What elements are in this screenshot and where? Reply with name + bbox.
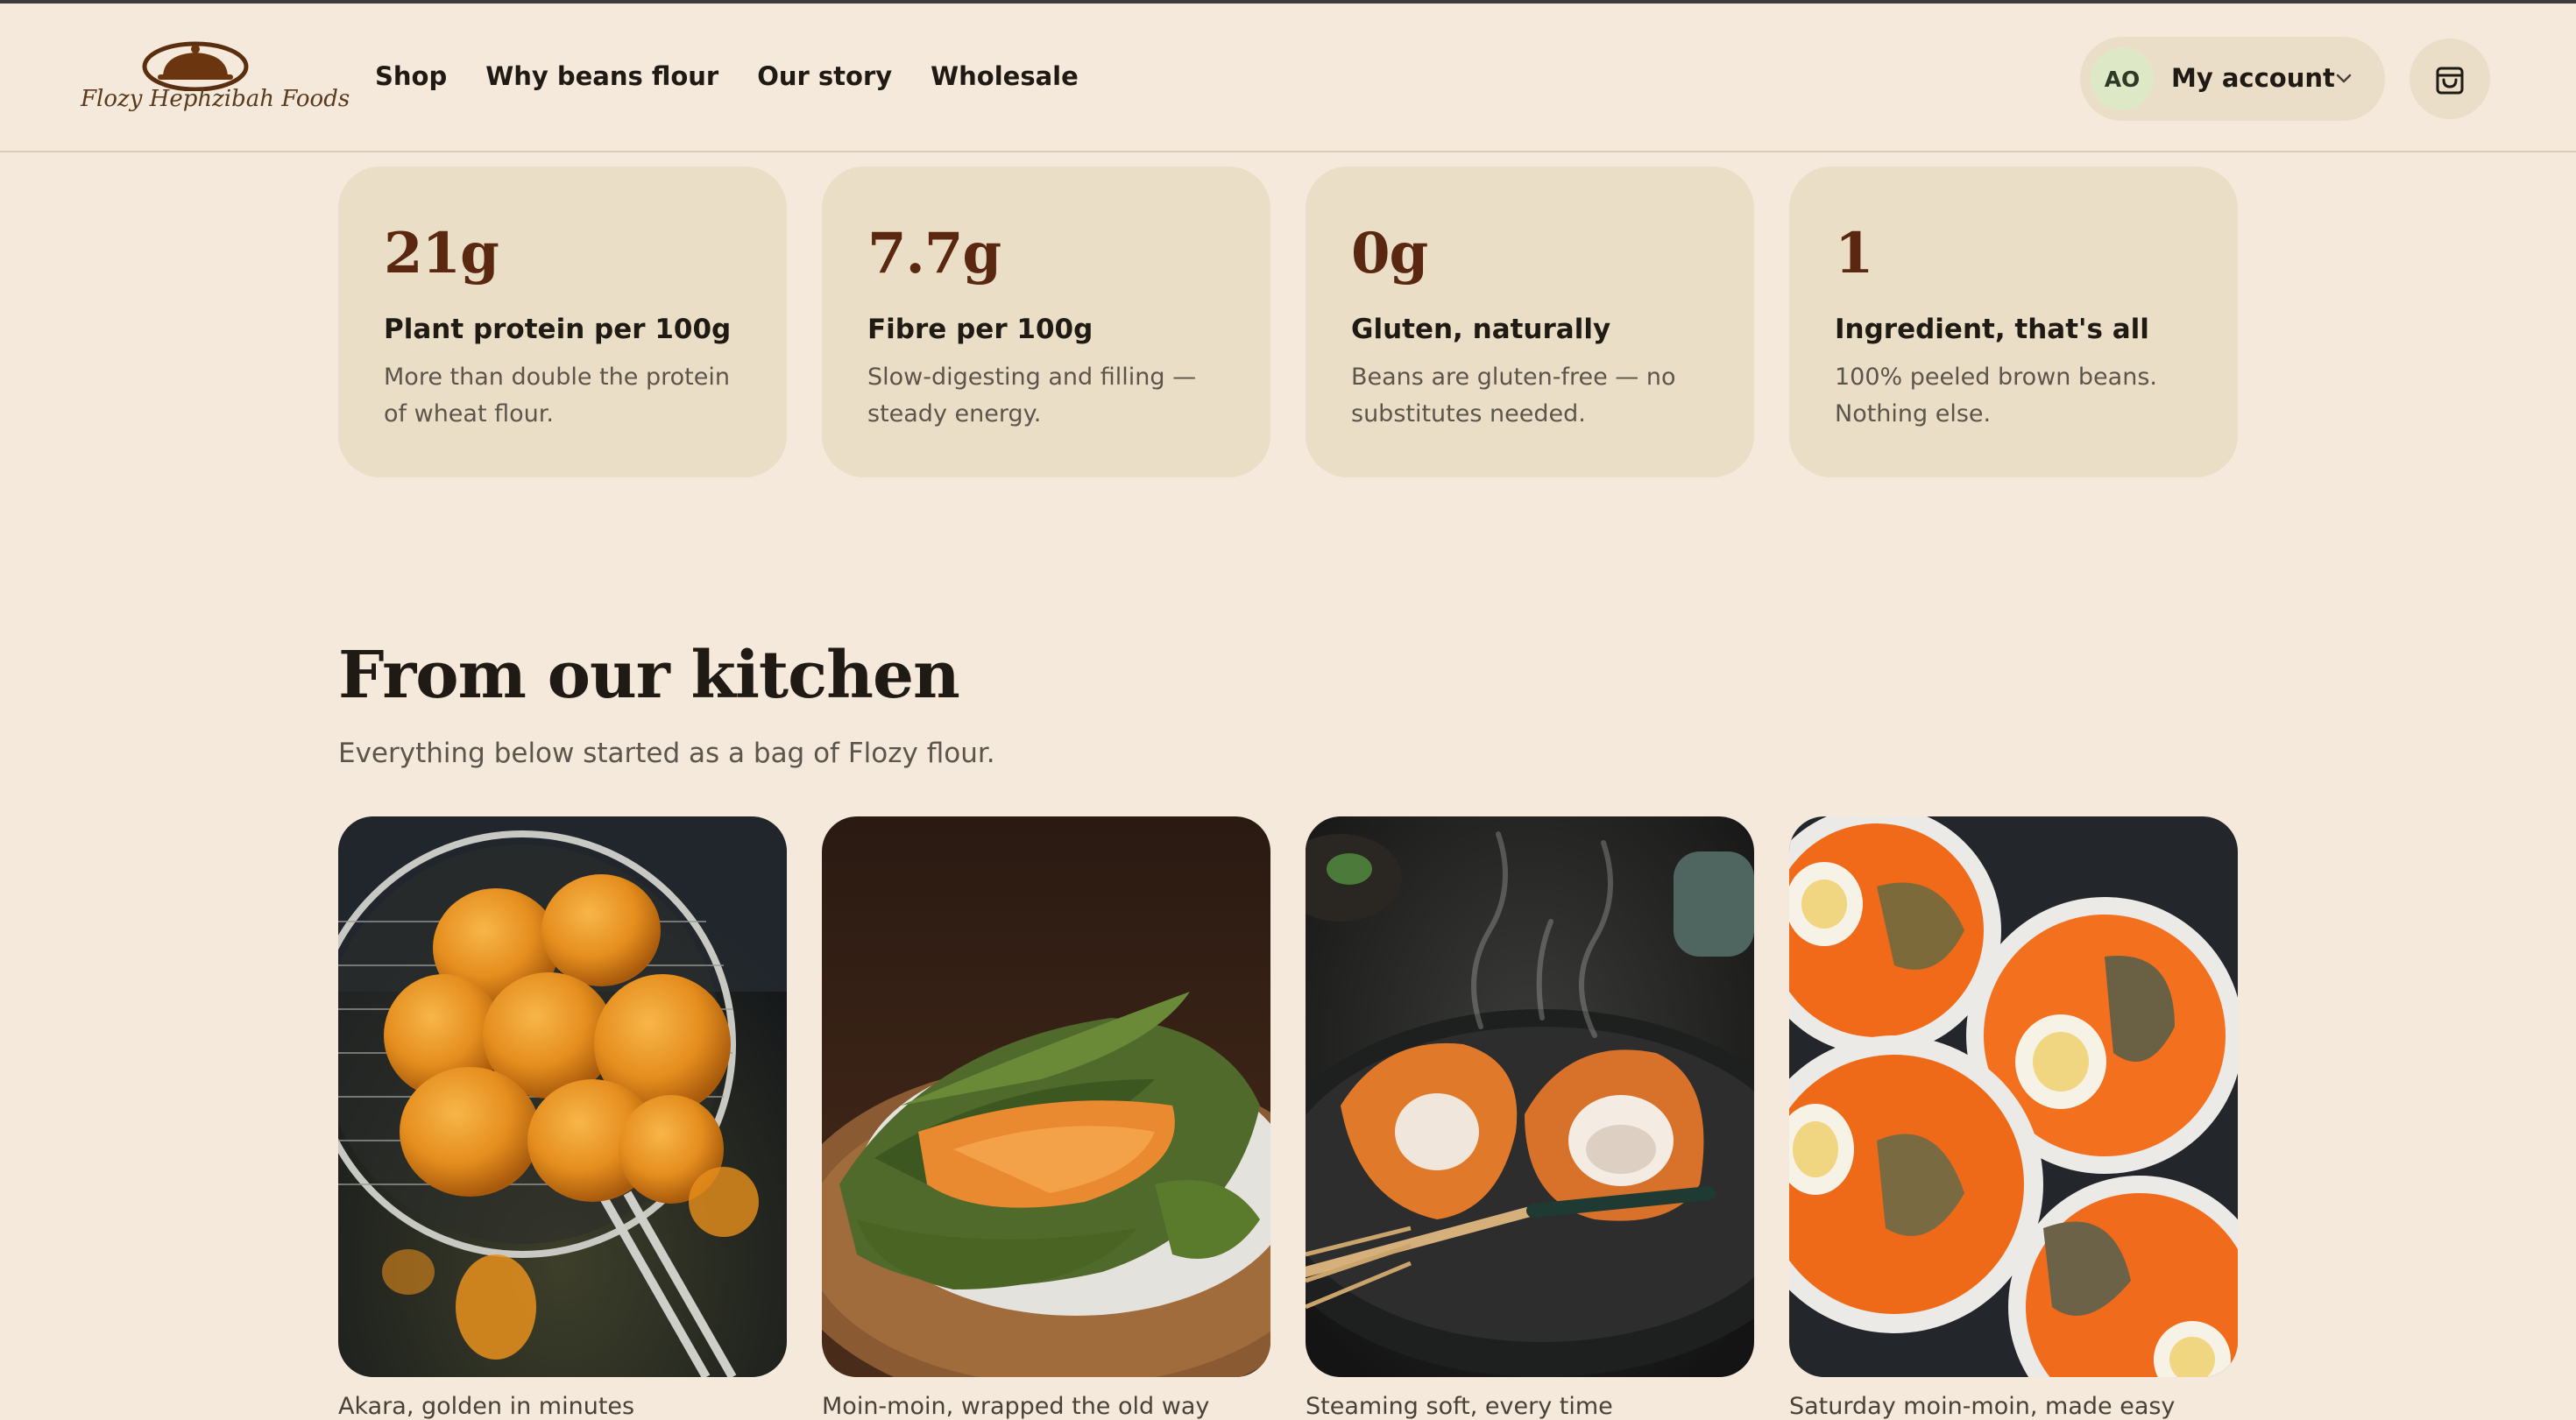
stat-description: Slow-digesting and filling — steady ener… (867, 364, 1197, 427)
section-title: From our kitchen (338, 638, 960, 713)
brand-logo[interactable]: Flozy Hephzibah Foods (81, 35, 350, 123)
cart-button[interactable] (2410, 39, 2490, 119)
account-menu-button[interactable]: AO My account (2080, 37, 2385, 121)
stat-title: Fibre per 100g (867, 314, 1093, 345)
stat-value: 1 (1835, 221, 1874, 286)
stat-value: 0g (1351, 221, 1428, 286)
akara-photo (338, 816, 787, 1377)
nav-wholesale[interactable]: Wholesale (931, 61, 1079, 91)
nav-why-beans-flour[interactable]: Why beans flour (485, 61, 718, 91)
steamed-moin-moin-photo (1306, 816, 1754, 1377)
avatar: AO (2091, 47, 2154, 110)
cloche-icon (142, 41, 249, 91)
recipe-card-moin-moin-bowls[interactable] (1789, 816, 2238, 1377)
stat-title: Ingredient, that's all (1835, 314, 2149, 345)
account-label: My account (2171, 63, 2335, 93)
stat-title: Plant protein per 100g (384, 314, 732, 345)
stat-value: 7.7g (867, 221, 1001, 286)
nutrition-stats: 21g Plant protein per 100g More than dou… (338, 166, 2238, 477)
recipe-card-steamed-moin-moin[interactable] (1306, 816, 1754, 1377)
shopping-bag-icon (2436, 67, 2464, 95)
stat-card-gluten: 0g Gluten, naturally Beans are gluten-fr… (1306, 166, 1754, 477)
brand-name: Flozy Hephzibah Foods (81, 86, 350, 112)
stat-value: 21g (384, 221, 499, 286)
stat-card-ingredient: 1 Ingredient, that's all 100% peeled bro… (1789, 166, 2238, 477)
stat-description: More than double the protein of wheat fl… (384, 364, 730, 427)
site-header: Flozy Hephzibah Foods Shop Why beans flo… (0, 4, 2576, 152)
stat-card-protein: 21g Plant protein per 100g More than dou… (338, 166, 787, 477)
main-nav: Shop Why beans flour Our story Wholesale (375, 61, 1079, 91)
moin-moin-bowls-photo (1789, 816, 2238, 1377)
recipe-card-akara[interactable] (338, 816, 787, 1377)
nav-shop[interactable]: Shop (375, 61, 447, 91)
chevron-down-icon (2336, 74, 2352, 83)
stat-card-fibre: 7.7g Fibre per 100g Slow-digesting and f… (822, 166, 1270, 477)
nav-our-story[interactable]: Our story (757, 61, 892, 91)
stat-description: 100% peeled brown beans. Nothing else. (1835, 364, 2157, 427)
section-subtitle: Everything below started as a bag of Flo… (338, 738, 995, 769)
moin-moin-leaves-photo (822, 816, 1270, 1377)
stat-description: Beans are gluten-free — no substitutes n… (1351, 364, 1676, 427)
stat-title: Gluten, naturally (1351, 314, 1611, 345)
recipe-card-moin-moin-leaves[interactable] (822, 816, 1270, 1377)
